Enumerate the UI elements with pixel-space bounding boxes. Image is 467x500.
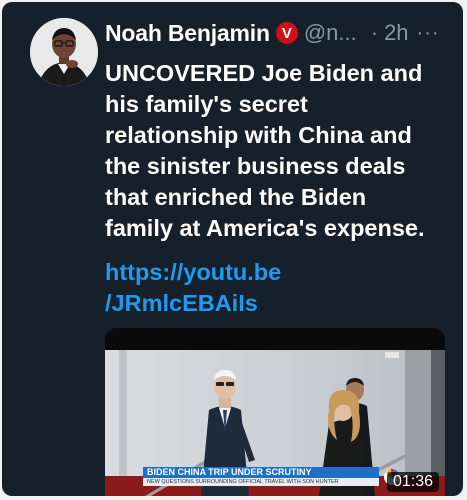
tweet-timestamp[interactable]: 2h	[384, 20, 408, 46]
tweet-link-line[interactable]: /JRmlcEBAiIs	[105, 288, 405, 319]
tweet-text-line: his family's secret	[105, 91, 308, 117]
video-letterbox-top	[105, 328, 445, 350]
tweet-header: Noah Benjamin V @n... · 2h ···	[105, 16, 457, 50]
chyron-headline: BIDEN CHINA TRIP UNDER SCRUTINY	[143, 467, 379, 478]
tweet-text: UNCOVERED Joe Biden and his family's sec…	[105, 58, 455, 244]
tweet-card[interactable]: Noah Benjamin V @n... · 2h ··· UNCOVERED…	[2, 2, 463, 496]
author-display-name[interactable]: Noah Benjamin	[105, 20, 270, 47]
video-duration: 01:36	[386, 472, 439, 492]
tweet-link-line[interactable]: https://youtu.be	[105, 257, 405, 288]
chyron-subheadline: NEW QUESTIONS SURROUNDING OFFICIAL TRAVE…	[143, 478, 379, 486]
avatar-photo	[30, 18, 98, 86]
author-handle[interactable]: @n...	[304, 20, 357, 46]
tweet-text-line: the sinister business deals	[105, 153, 406, 179]
tweet-text-line: that enriched the Biden	[105, 184, 367, 210]
video-thumbnail[interactable]: BIDEN CHINA TRIP UNDER SCRUTINY NEW QUES…	[105, 328, 445, 496]
avatar[interactable]	[30, 18, 98, 86]
news-chyron: BIDEN CHINA TRIP UNDER SCRUTINY NEW QUES…	[143, 467, 393, 486]
tweet-text-line: family at America's expense.	[105, 215, 425, 241]
verified-badge-icon: V	[275, 22, 298, 44]
more-options-icon[interactable]: ···	[417, 22, 440, 45]
separator-dot: ·	[370, 20, 379, 45]
tweet-text-line: UNCOVERED Joe Biden and	[105, 60, 423, 86]
tweet-link[interactable]: https://youtu.be /JRmlcEBAiIs	[105, 257, 405, 319]
tweet-text-line: relationship with China and	[105, 122, 412, 148]
